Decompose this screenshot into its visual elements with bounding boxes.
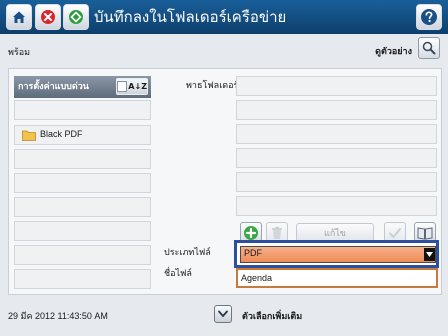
quick-sets-title: การตั้งค่าแบบด่วน [18,82,89,92]
chevron-down-icon [218,310,228,318]
folder-path-row[interactable] [236,76,437,96]
folder-path-row[interactable] [236,196,437,216]
help-button[interactable] [416,4,442,30]
more-options-button[interactable] [214,305,232,323]
quick-set-row[interactable] [14,245,151,265]
quick-set-row[interactable] [14,197,151,217]
help-icon [421,9,437,25]
plus-icon [244,226,258,240]
page-title: บันทึกลงในโฟลเดอร์เครือข่าย [94,8,287,26]
quick-set-label: Black PDF [40,129,83,139]
more-options-label: ตัวเลือกเพิ่มเติม [242,312,303,322]
folder-path-row[interactable] [236,148,437,168]
preview-label: ดูตัวอย่าง [375,47,412,57]
trash-icon [272,226,282,239]
chevron-down-icon [426,252,433,257]
stop-icon [41,10,55,24]
preview-button[interactable] [418,37,440,59]
folder-path-row[interactable] [236,172,437,192]
quick-set-row[interactable] [14,100,151,120]
magnifier-icon [422,41,436,55]
quick-set-row[interactable] [14,173,151,193]
sort-label: A↓Z [128,82,147,91]
sort-button[interactable]: A↓Z [116,78,148,95]
quick-set-row[interactable] [14,221,151,241]
stop-button[interactable] [35,4,61,30]
file-type-select[interactable] [240,246,436,263]
file-name-label: ชื่อไฟล์ [164,269,192,279]
dropdown-arrow[interactable] [424,248,435,261]
home-button[interactable] [6,4,32,30]
start-icon [69,10,83,24]
quick-set-row[interactable] [14,269,151,289]
sort-checkbox-icon [117,81,128,92]
folder-path-row[interactable] [236,124,437,144]
folder-icon [22,130,36,141]
file-type-value: PDF [244,248,262,258]
book-icon [417,227,433,240]
start-button[interactable] [63,4,89,30]
status-text: พร้อม [8,48,31,58]
folder-path-row[interactable] [236,100,437,120]
home-icon [13,11,25,23]
file-type-label: ประเภทไฟล์ [164,248,211,258]
quick-set-row[interactable] [14,149,151,169]
folder-path-label: พาธโฟลเดอร์ [186,81,239,91]
file-name-input[interactable]: Agenda [236,268,438,288]
datetime: 29 มีค 2012 11:43:50 AM [8,311,108,321]
checkmark-icon [389,228,401,239]
